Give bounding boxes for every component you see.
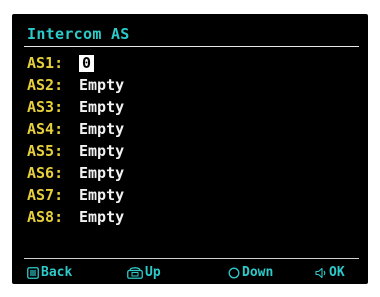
down-label: Down [242, 265, 274, 280]
slot-list: AS1: 0 AS2: Empty AS3: Empty AS4: Empty … [27, 52, 124, 228]
ok-label: OK [329, 265, 345, 280]
back-softkey[interactable]: Back [27, 265, 72, 281]
slot-label: AS6: [27, 164, 64, 182]
softkey-bar: Back Up Down OK [12, 265, 368, 283]
slot-value: Empty [79, 142, 125, 160]
slot-label: AS5: [27, 142, 64, 160]
slot-label: AS8: [27, 208, 64, 226]
footer-divider [24, 258, 359, 259]
slot-label: AS7: [27, 186, 64, 204]
device-screen: Intercom AS AS1: 0 AS2: Empty AS3: Empty… [12, 14, 368, 284]
title-divider [24, 46, 359, 47]
slot-value: Empty [79, 186, 125, 204]
slot-row-as1[interactable]: AS1: 0 [27, 52, 124, 74]
slot-value: Empty [79, 120, 125, 138]
slot-label: AS1: [27, 54, 64, 72]
slot-label: AS2: [27, 76, 64, 94]
slot-row-as2[interactable]: AS2: Empty [27, 74, 124, 96]
slot-row-as3[interactable]: AS3: Empty [27, 96, 124, 118]
circle-button-icon [228, 267, 240, 279]
slot-value: Empty [79, 76, 125, 94]
back-label: Back [41, 265, 73, 280]
slot-row-as7[interactable]: AS7: Empty [27, 184, 124, 206]
slot-row-as5[interactable]: AS5: Empty [27, 140, 124, 162]
up-softkey[interactable]: Up [127, 265, 161, 281]
phone-button-icon [127, 267, 143, 279]
slot-label: AS4: [27, 120, 64, 138]
slot-label: AS3: [27, 98, 64, 116]
slot-value-selected[interactable]: 0 [79, 54, 95, 72]
slot-row-as6[interactable]: AS6: Empty [27, 162, 124, 184]
slot-value: Empty [79, 208, 125, 226]
slot-row-as4[interactable]: AS4: Empty [27, 118, 124, 140]
slot-row-as8[interactable]: AS8: Empty [27, 206, 124, 228]
down-softkey[interactable]: Down [228, 265, 273, 281]
menu-button-icon [27, 267, 39, 279]
slot-value: Empty [79, 164, 125, 182]
page-title: Intercom AS [27, 25, 130, 43]
slot-value: Empty [79, 98, 125, 116]
ok-softkey[interactable]: OK [315, 265, 345, 281]
up-label: Up [145, 265, 161, 280]
speaker-button-icon [315, 267, 327, 279]
